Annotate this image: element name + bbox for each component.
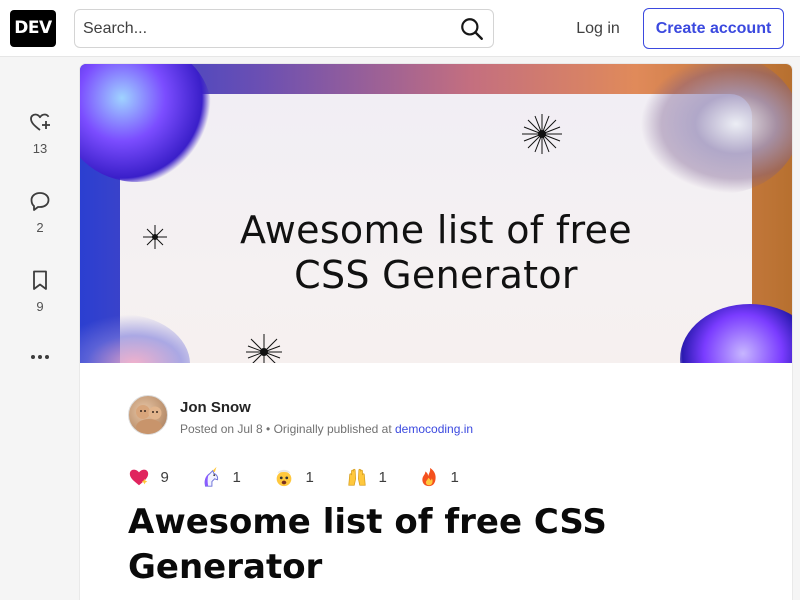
article-title: Awesome list of free CSS Generator bbox=[128, 500, 748, 590]
reaction-heart[interactable]: 9 bbox=[128, 466, 169, 490]
reaction-count: 1 bbox=[378, 468, 387, 486]
article-card: Awesome list of free CSS Generator Jon S… bbox=[80, 64, 792, 600]
cover-title-line: CSS Generator bbox=[294, 253, 578, 297]
cover-image: Awesome list of free CSS Generator bbox=[80, 64, 792, 363]
reactions-button[interactable]: 13 bbox=[20, 110, 60, 156]
login-link[interactable]: Log in bbox=[562, 9, 634, 48]
posted-date: Posted on Jul 8 • Originally published a… bbox=[180, 422, 395, 436]
search-input[interactable] bbox=[83, 10, 453, 47]
more-options-button[interactable] bbox=[20, 346, 60, 370]
avatar-image bbox=[136, 405, 162, 434]
unicorn-icon bbox=[204, 466, 219, 487]
reaction-raised-hands[interactable]: 1 bbox=[346, 466, 387, 490]
reactions-count: 13 bbox=[32, 141, 48, 156]
reaction-count: 1 bbox=[232, 468, 241, 486]
avatar[interactable] bbox=[128, 395, 168, 435]
starburst-icon bbox=[522, 114, 562, 154]
post-meta: Posted on Jul 8 • Originally published a… bbox=[180, 422, 473, 436]
author-name[interactable]: Jon Snow bbox=[180, 399, 251, 416]
top-header: DEV Log in Create account bbox=[0, 0, 800, 57]
article-title-line: Awesome list of free CSS bbox=[128, 502, 607, 542]
create-account-button[interactable]: Create account bbox=[643, 8, 784, 49]
sparkle-heart-icon bbox=[129, 469, 149, 486]
dev-logo[interactable]: DEV bbox=[10, 10, 56, 47]
reaction-exploding-head[interactable]: 1 bbox=[273, 466, 314, 490]
raised-hands-icon bbox=[348, 468, 366, 486]
reaction-count: 9 bbox=[160, 468, 169, 486]
search-icon[interactable] bbox=[459, 16, 485, 42]
bookmark-icon bbox=[33, 270, 47, 290]
reaction-fire[interactable]: 1 bbox=[418, 466, 459, 490]
bookmarks-count: 9 bbox=[36, 299, 44, 314]
comment-icon bbox=[30, 192, 50, 211]
comments-button[interactable]: 2 bbox=[20, 189, 60, 235]
starburst-icon bbox=[246, 334, 282, 363]
comments-count: 2 bbox=[36, 220, 44, 235]
more-horizontal-icon bbox=[31, 355, 49, 359]
exploding-head-icon bbox=[276, 469, 292, 487]
fire-icon bbox=[422, 467, 436, 487]
bookmark-button[interactable]: 9 bbox=[20, 268, 60, 314]
reaction-count: 1 bbox=[450, 468, 459, 486]
heart-plus-icon bbox=[30, 113, 50, 131]
cover-title-line: Awesome list of free bbox=[240, 208, 632, 252]
article-title-line: Generator bbox=[128, 547, 323, 587]
original-source-link[interactable]: democoding.in bbox=[395, 422, 473, 436]
reaction-unicorn[interactable]: 1 bbox=[200, 466, 241, 490]
cover-title: Awesome list of free CSS Generator bbox=[80, 208, 792, 298]
search-box bbox=[74, 9, 494, 48]
reaction-count: 1 bbox=[305, 468, 314, 486]
